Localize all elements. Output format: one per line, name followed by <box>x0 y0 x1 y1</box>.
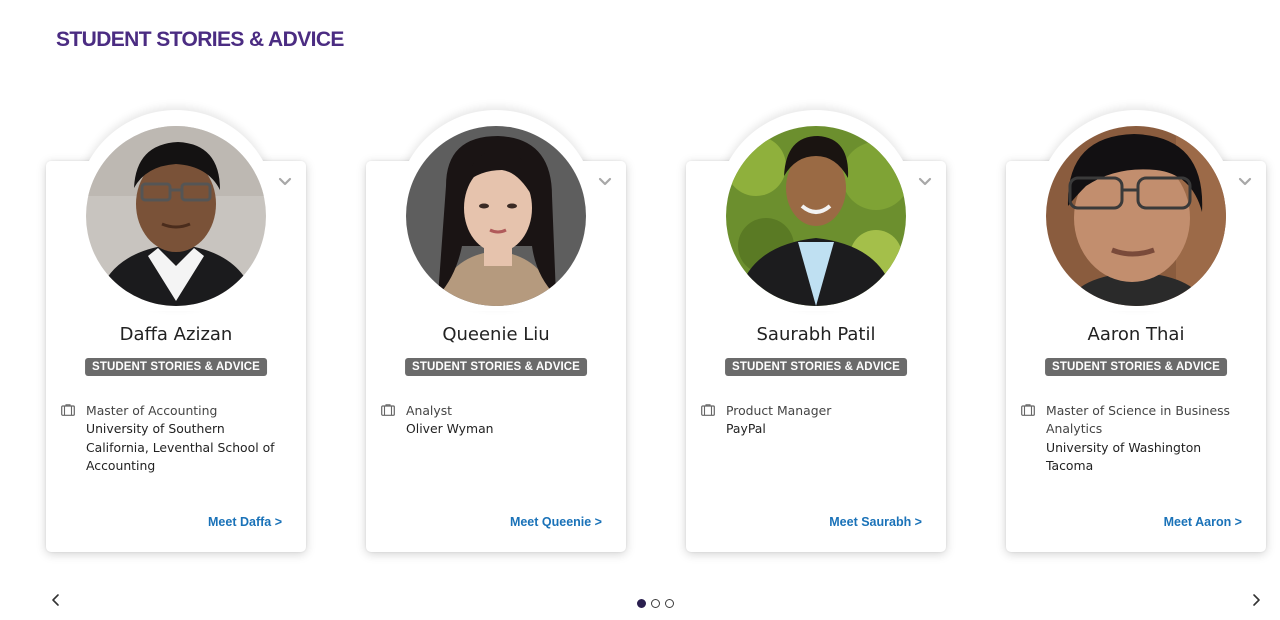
job-info: Product Manager PayPal <box>726 402 926 439</box>
job-title: Master of Science in Business Analytics <box>1046 403 1230 437</box>
briefcase-icon <box>701 404 715 416</box>
job-info: Master of Science in Business Analytics … <box>1046 402 1246 476</box>
avatar <box>406 126 586 306</box>
meet-student-link[interactable]: Meet Queenie > <box>510 515 602 529</box>
meet-student-link[interactable]: Meet Aaron > <box>1164 515 1242 529</box>
avatar-photo-aaron <box>1046 126 1226 306</box>
student-name: Aaron Thai <box>1087 324 1185 345</box>
avatar <box>1046 126 1226 306</box>
category-tag[interactable]: STUDENT STORIES & ADVICE <box>725 358 907 376</box>
job-info: Analyst Oliver Wyman <box>406 402 606 439</box>
avatar-photo-queenie <box>406 126 586 306</box>
avatar-photo-saurabh <box>726 126 906 306</box>
chevron-down-icon[interactable] <box>278 175 292 189</box>
organization: University of Washington Tacoma <box>1046 439 1202 474</box>
avatar <box>86 126 266 306</box>
chevron-left-icon[interactable] <box>48 592 62 608</box>
chevron-down-icon[interactable] <box>918 175 932 189</box>
briefcase-icon <box>381 404 395 416</box>
organization: Oliver Wyman <box>406 421 494 437</box>
job-title: Analyst <box>406 403 453 418</box>
category-tag[interactable]: STUDENT STORIES & ADVICE <box>1045 358 1227 376</box>
job-title: Master of Accounting <box>86 403 218 418</box>
organization: PayPal <box>726 421 766 437</box>
pagination-dot[interactable] <box>665 599 674 608</box>
organization: University of Southern California, Leven… <box>86 421 275 474</box>
chevron-down-icon[interactable] <box>598 175 612 189</box>
meet-student-link[interactable]: Meet Daffa > <box>208 515 282 529</box>
story-carousel: Daffa Azizan STUDENT STORIES & ADVICE Ma… <box>0 0 1280 620</box>
pagination-dot[interactable] <box>651 599 660 608</box>
category-tag[interactable]: STUDENT STORIES & ADVICE <box>85 358 267 376</box>
student-name: Queenie Liu <box>442 324 550 345</box>
briefcase-icon <box>61 404 75 416</box>
briefcase-icon <box>1021 404 1035 416</box>
avatar <box>726 126 906 306</box>
category-tag[interactable]: STUDENT STORIES & ADVICE <box>405 358 587 376</box>
carousel-pagination <box>637 599 674 608</box>
pagination-dot[interactable] <box>637 599 646 608</box>
meet-student-link[interactable]: Meet Saurabh > <box>829 515 922 529</box>
chevron-right-icon[interactable] <box>1250 592 1264 608</box>
avatar-photo-daffa <box>86 126 266 306</box>
chevron-down-icon[interactable] <box>1238 175 1252 189</box>
student-name: Daffa Azizan <box>119 324 233 345</box>
job-title: Product Manager <box>726 403 832 418</box>
student-name: Saurabh Patil <box>756 324 876 345</box>
job-info: Master of Accounting University of South… <box>86 402 286 476</box>
